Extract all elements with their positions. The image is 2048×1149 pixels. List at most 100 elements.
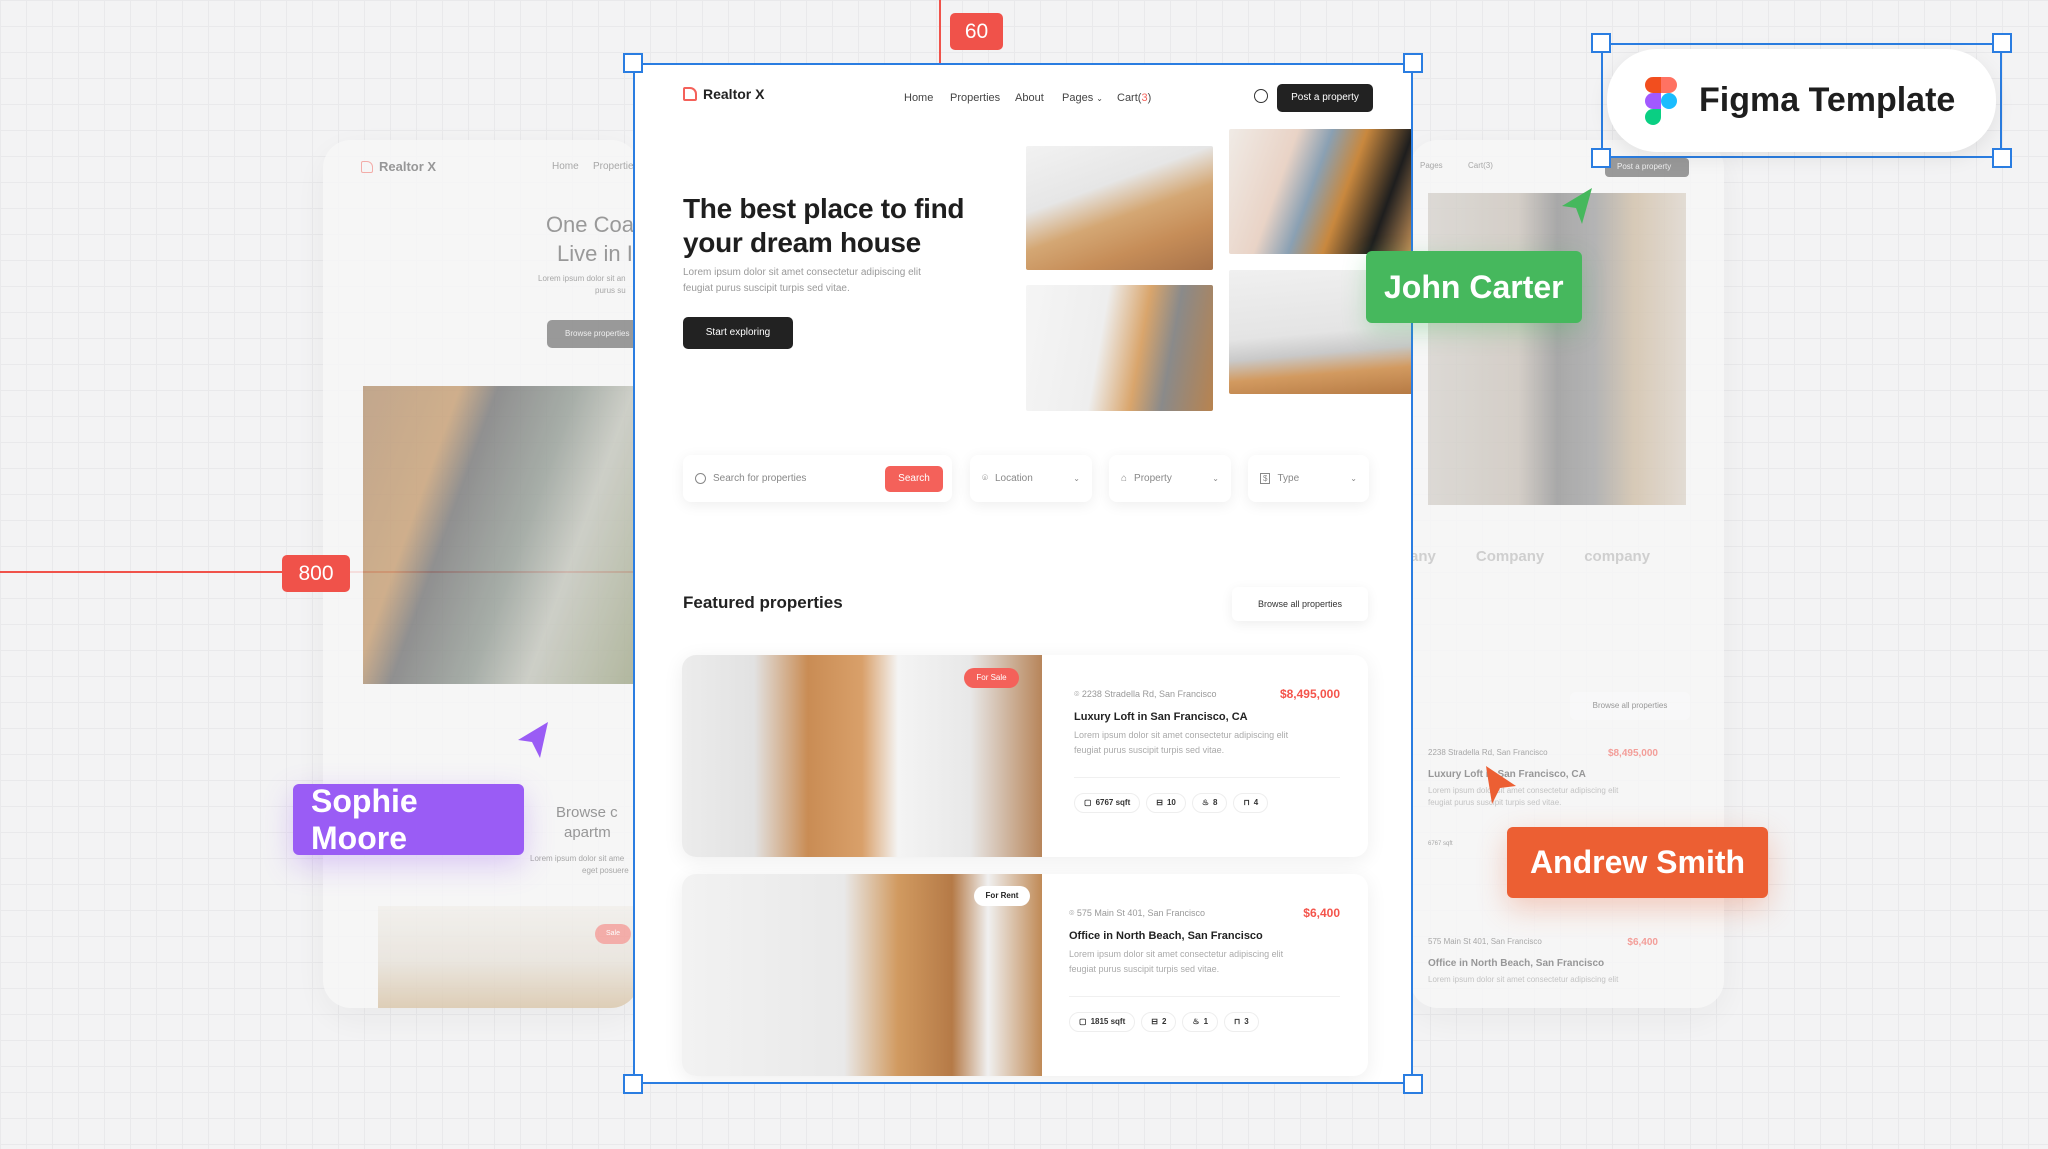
hero-text: Lorem ipsum dolor sit amet consectetur a… <box>683 267 921 278</box>
browse-properties-button[interactable]: Browse properties <box>547 320 639 348</box>
start-exploring-button[interactable]: Start exploring <box>683 317 793 349</box>
car-icon: ⊓ <box>1234 1017 1241 1026</box>
listing-desc: Lorem ipsum dolor sit amet consectetur a… <box>1069 949 1284 959</box>
kitchen-photo <box>378 906 639 1008</box>
garage-chip: ⊓ 4 <box>1233 792 1269 813</box>
company-logo: Company <box>1475 548 1545 565</box>
resize-handle[interactable] <box>1591 148 1611 168</box>
bath-icon: ♨ <box>1201 798 1210 807</box>
listing-card[interactable]: For Sale ⌾ 2238 Stradella Rd, San Franci… <box>682 655 1368 857</box>
baths-chip: ♨ 1 <box>1182 1011 1219 1032</box>
kitchen-island-photo <box>1026 146 1213 270</box>
listing-desc: feugiat purus suscipit turpis sed vitae. <box>1428 798 1562 807</box>
location-filter[interactable]: ⌾ Location ⌄ <box>970 455 1092 502</box>
resize-handle[interactable] <box>623 53 643 73</box>
listing-desc: feugiat purus suscipit turpis sed vitae. <box>1069 964 1220 974</box>
section-title: Browse c <box>556 804 618 821</box>
area-icon: ▢ <box>1084 798 1092 807</box>
beds-chip: ⊟ 2 <box>1141 1011 1177 1032</box>
nav-about[interactable]: About <box>1015 92 1044 104</box>
featured-title: Featured properties <box>683 593 843 612</box>
dollar-icon: $ <box>1260 473 1271 484</box>
nav-properties[interactable]: Properties <box>593 161 639 172</box>
house-photo <box>363 386 639 684</box>
nav-cart[interactable]: Cart(3) <box>1117 92 1151 104</box>
living-decor-photo <box>1229 129 1411 254</box>
status-badge: For Rent <box>974 886 1030 906</box>
house-icon: ⌂ <box>1121 473 1128 484</box>
listing-desc: feugiat purus suscipit turpis sed vitae. <box>1074 745 1225 755</box>
listing-title: Office in North Beach, San Francisco <box>1069 930 1263 942</box>
listing-card[interactable]: For Rent ⌾ 575 Main St 401, San Francisc… <box>682 874 1368 1076</box>
listing-title: Luxury Loft in San Francisco, CA <box>1074 711 1248 723</box>
section-text: eget posuere <box>582 866 629 875</box>
hero-title: your dream house <box>683 227 921 258</box>
chevron-down-icon: ⌄ <box>1073 474 1080 483</box>
post-property-button[interactable]: Post a property <box>1605 158 1689 177</box>
sale-badge: Sale <box>595 924 631 944</box>
collaborator-tag-john-carter: John Carter <box>1366 251 1582 323</box>
hero-title: Live in I <box>557 241 633 266</box>
listing-price: $6,400 <box>1303 906 1340 920</box>
listing-address: 575 Main St 401, San Francisco <box>1428 937 1542 946</box>
area-icon: ▢ <box>1079 1017 1087 1026</box>
hero-text: purus su <box>595 286 626 295</box>
baths-chip: ♨ 8 <box>1191 792 1228 813</box>
nav-cart[interactable]: Cart(3) <box>1468 161 1493 170</box>
post-property-button[interactable]: Post a property <box>1277 84 1373 112</box>
listing-price: $6,400 <box>1627 937 1658 948</box>
logo-house-icon <box>361 160 373 173</box>
left-measure-badge: 800 <box>282 555 350 592</box>
search-bar[interactable]: Search for properties Search <box>683 455 952 502</box>
resize-handle[interactable] <box>1403 1074 1423 1094</box>
search-button[interactable]: Search <box>885 465 943 492</box>
nav-home[interactable]: Home <box>552 161 579 172</box>
resize-handle[interactable] <box>1992 148 2012 168</box>
chevron-down-icon: ⌄ <box>1350 474 1357 483</box>
resize-handle[interactable] <box>623 1074 643 1094</box>
property-filter[interactable]: ⌂ Property ⌄ <box>1109 455 1231 502</box>
listing-title: Luxury Loft in San Francisco, CA <box>1428 769 1586 780</box>
logo: Realtor X <box>379 159 437 174</box>
nav-pages[interactable]: Pages ⌄ <box>1062 92 1103 104</box>
map-pin-icon: ⌾ <box>982 473 988 484</box>
type-filter[interactable]: $ Type ⌄ <box>1248 455 1369 502</box>
collaborator-tag-andrew-smith: Andrew Smith <box>1507 827 1768 898</box>
browse-all-properties-button[interactable]: Browse all properties <box>1232 587 1368 621</box>
listing-title: Office in North Beach, San Francisco <box>1428 958 1605 969</box>
logo-house-icon <box>683 87 697 101</box>
figma-template-badge: Figma Template <box>1601 43 2002 158</box>
nav-properties[interactable]: Properties <box>950 92 1000 104</box>
chevron-down-icon: ⌄ <box>1096 94 1103 103</box>
status-badge: For Sale <box>964 668 1019 688</box>
main-page-frame[interactable]: Realtor X Home Properties About Pages ⌄ … <box>633 63 1413 1084</box>
figma-template-label: Figma Template <box>1699 81 1956 119</box>
figma-logo-icon <box>1645 76 1677 125</box>
search-icon <box>695 473 706 484</box>
listing-desc: Lorem ipsum dolor sit amet consectetur a… <box>1074 730 1289 740</box>
listing-address: 2238 Stradella Rd, San Francisco <box>1081 688 1217 699</box>
listing-address: 575 Main St 401, San Francisco <box>1076 907 1205 918</box>
agent-photo <box>1428 193 1686 505</box>
vertical-measure-line <box>939 0 941 63</box>
browse-all-button[interactable]: Browse all properties <box>1570 692 1690 720</box>
bed-icon: ⊟ <box>1156 798 1163 807</box>
nav-pages[interactable]: Pages <box>1420 161 1443 170</box>
bed-icon: ⊟ <box>1151 1017 1158 1026</box>
resize-handle[interactable] <box>1591 33 1611 53</box>
section-title: apartm <box>564 824 611 841</box>
area-chip: ▢ 1815 sqft <box>1069 1011 1136 1032</box>
listing-desc: Lorem ipsum dolor sit amet consectetur a… <box>1428 786 1619 795</box>
search-input[interactable]: Search for properties <box>713 473 878 484</box>
resize-handle[interactable] <box>1403 53 1423 73</box>
collaborator-tag-sophie-moore: Sophie Moore <box>293 783 524 856</box>
resize-handle[interactable] <box>1992 33 2012 53</box>
dining-area-photo <box>1026 285 1213 411</box>
section-text: Lorem ipsum dolor sit ame <box>530 854 625 863</box>
nav-home[interactable]: Home <box>904 92 933 104</box>
search-icon[interactable] <box>1254 89 1268 103</box>
cursor-arrow-icon <box>518 722 548 758</box>
map-pin-icon: ⌾ <box>1069 907 1077 918</box>
hero-title: The best place to find <box>683 193 965 224</box>
hero-text: Lorem ipsum dolor sit an <box>538 274 626 283</box>
